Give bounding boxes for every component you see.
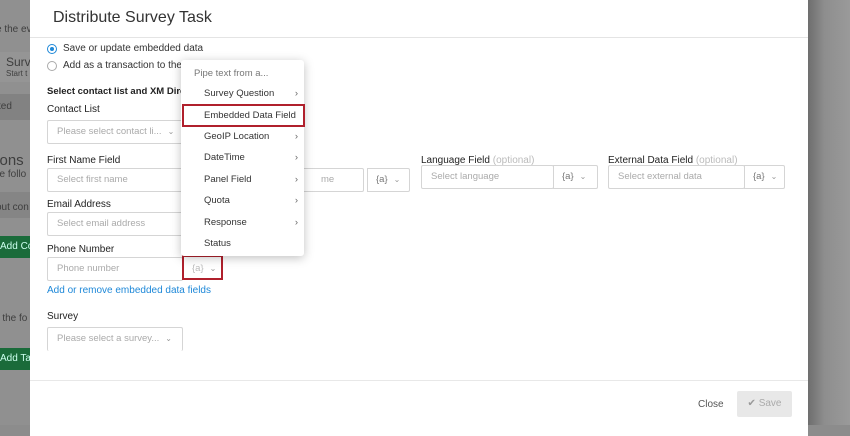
- chevron-down-icon: ⌄: [165, 334, 172, 343]
- radio-save-embedded[interactable]: [47, 44, 57, 54]
- radio-add-transaction[interactable]: [47, 61, 57, 71]
- chevron-right-icon: ›: [294, 174, 298, 185]
- bg-text: ted: [0, 101, 12, 112]
- menu-item-quota[interactable]: Quota ›: [204, 195, 304, 206]
- bg-text: out con: [0, 202, 29, 213]
- menu-item-panel-field[interactable]: Panel Field ›: [204, 174, 304, 185]
- placeholder: Phone number: [57, 263, 120, 274]
- pipe-text-icon: {a}: [562, 171, 574, 182]
- pipe-text-icon: {a}: [753, 171, 765, 182]
- radio-label: Save or update embedded data: [63, 43, 204, 54]
- bg-band: ted: [0, 94, 30, 120]
- placeholder: Select external data: [618, 171, 702, 182]
- menu-item-label: GeoIP Location: [204, 131, 270, 142]
- first-name-input[interactable]: Select first name: [47, 168, 187, 192]
- add-task-button[interactable]: Add Tas: [0, 348, 30, 370]
- bg-text: Start t: [6, 69, 28, 78]
- chevron-down-icon: ⌄: [579, 172, 587, 181]
- menu-item-label: Response: [204, 217, 247, 228]
- external-data-pipe-button[interactable]: {a} ⌄: [744, 165, 785, 189]
- first-name-label: First Name Field: [47, 155, 121, 166]
- menu-item-label: Quota: [204, 195, 230, 206]
- radio-label: Add as a transaction to the c: [63, 60, 190, 71]
- background-page: e the ev Surv Start t ted tions he follo…: [0, 0, 30, 425]
- placeholder: me: [321, 174, 335, 185]
- pipe-text-icon: {a}: [376, 174, 388, 185]
- external-data-input[interactable]: Select external data: [608, 165, 745, 189]
- menu-item-geoip-location[interactable]: GeoIP Location ›: [204, 131, 304, 142]
- distribute-survey-modal: Distribute Survey Task Save or update em…: [30, 0, 808, 436]
- chevron-down-icon: ⌄: [770, 172, 778, 181]
- bg-text: Surv: [6, 55, 30, 69]
- menu-header: Pipe text from a...: [194, 68, 269, 79]
- placeholder: Select email address: [57, 218, 146, 229]
- chevron-down-icon: ⌄: [167, 127, 175, 136]
- close-button[interactable]: Close: [698, 399, 724, 410]
- chevron-down-icon: ⌄: [393, 175, 401, 184]
- save-button[interactable]: ✔ Save: [737, 391, 792, 417]
- menu-item-label: Survey Question: [204, 88, 275, 99]
- bg-text: e the ev: [0, 24, 30, 35]
- bg-text: tions: [0, 152, 24, 169]
- menu-item-survey-question[interactable]: Survey Question ›: [204, 88, 304, 99]
- highlight-box: [182, 104, 305, 127]
- language-pipe-button[interactable]: {a} ⌄: [553, 165, 598, 189]
- last-name-pipe-button[interactable]: {a} ⌄: [367, 168, 410, 192]
- contact-list-select[interactable]: Please select contact li... ⌄: [47, 120, 183, 144]
- bg-text: n the fo: [0, 313, 28, 324]
- placeholder: Select first name: [57, 174, 128, 185]
- embedded-data-fields-link[interactable]: Add or remove embedded data fields: [47, 285, 211, 296]
- chevron-right-icon: ›: [294, 152, 298, 163]
- language-input[interactable]: Select language: [421, 165, 554, 189]
- chevron-right-icon: ›: [294, 88, 298, 99]
- menu-item-datetime[interactable]: DateTime ›: [204, 152, 304, 163]
- highlight-box: [182, 255, 223, 280]
- placeholder: Please select a survey...: [57, 333, 160, 344]
- background-right: [808, 0, 850, 425]
- email-input[interactable]: Select email address: [47, 212, 187, 236]
- phone-label: Phone Number: [47, 244, 115, 255]
- divider: [30, 37, 808, 38]
- check-icon: ✔: [747, 398, 756, 409]
- pipe-text-menu: Pipe text from a... Survey Question › Emb…: [181, 60, 305, 256]
- placeholder: Please select contact li...: [57, 126, 162, 137]
- modal-title: Distribute Survey Task: [53, 9, 212, 26]
- chevron-right-icon: ›: [294, 195, 298, 206]
- save-label: Save: [758, 398, 782, 409]
- menu-item-status[interactable]: Status: [204, 238, 304, 249]
- phone-input[interactable]: Phone number: [47, 257, 183, 281]
- menu-item-label: Status: [204, 238, 231, 249]
- menu-item-label: Panel Field: [204, 174, 252, 185]
- chevron-right-icon: ›: [294, 217, 298, 228]
- footer-divider: [30, 380, 808, 381]
- menu-item-response[interactable]: Response ›: [204, 217, 304, 228]
- bg-text: he follo: [0, 169, 27, 180]
- email-label: Email Address: [47, 199, 111, 210]
- survey-select[interactable]: Please select a survey... ⌄: [47, 327, 183, 351]
- menu-item-label: DateTime: [204, 152, 245, 163]
- add-contact-button[interactable]: Add Con: [0, 236, 30, 258]
- survey-label: Survey: [47, 311, 79, 322]
- contact-list-label: Contact List: [47, 104, 100, 115]
- bg-card: Surv Start t: [0, 52, 30, 82]
- chevron-right-icon: ›: [294, 131, 298, 142]
- placeholder: Select language: [431, 171, 500, 182]
- section-heading: Select contact list and XM Direc: [47, 86, 191, 97]
